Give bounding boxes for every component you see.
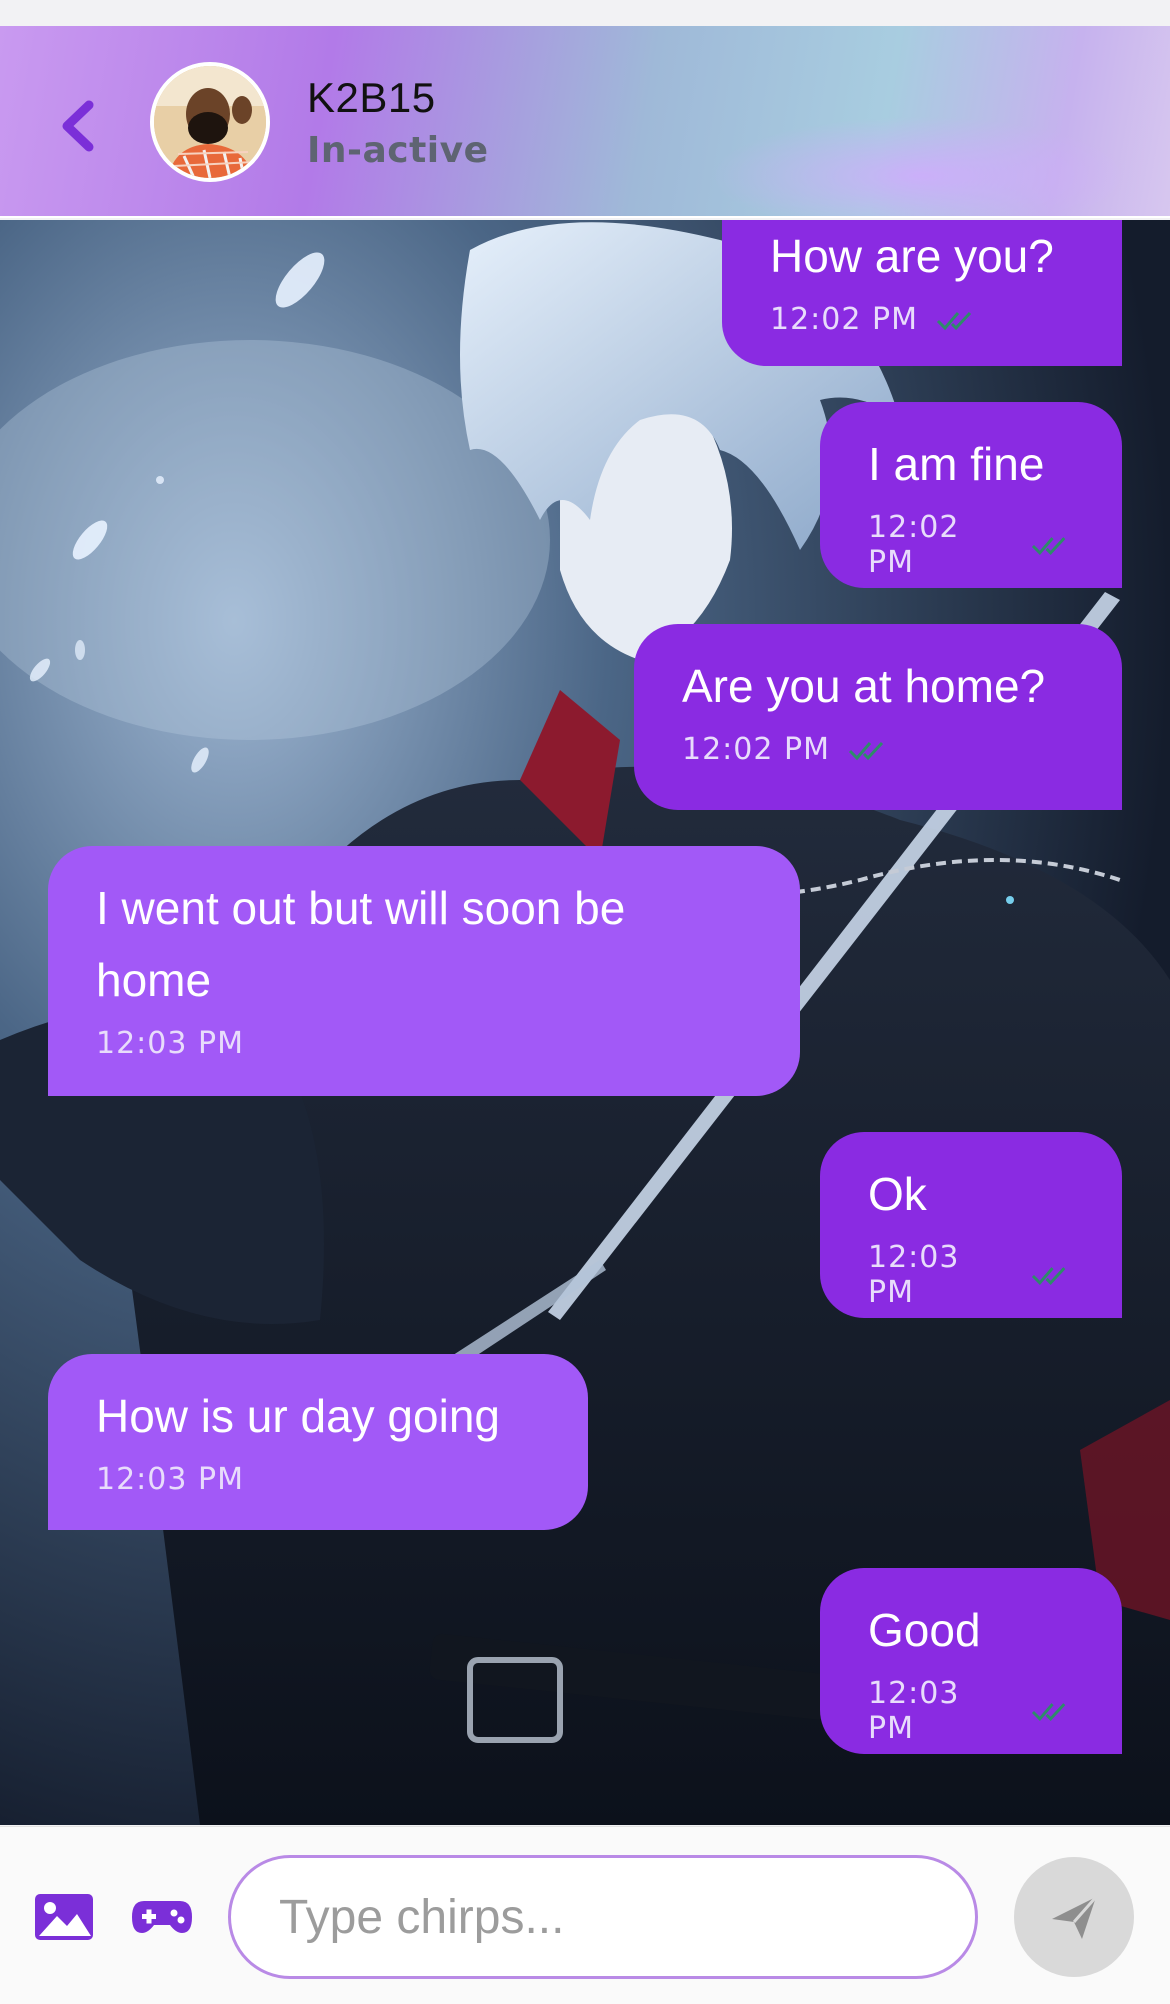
message-meta: 12:03 PM [96,1026,752,1061]
attach-image-button[interactable] [32,1887,96,1947]
message-time: 12:03 PM [96,1462,244,1497]
message-text: I am fine [868,438,1045,490]
gamepad-icon [132,1901,192,1933]
chat-header: K2B15 In-active [0,26,1170,218]
message-meta: 12:02 PM [770,302,1074,337]
double-check-icon [1031,1267,1066,1285]
contact-name: K2B15 [307,74,436,121]
message-text: How are you? [770,230,1054,282]
message-time: 12:03 PM [96,1026,244,1061]
message-bubble-incoming[interactable]: I went out but will soon be home 12:03 P… [48,846,800,1096]
message-text: How is ur day going [96,1390,500,1442]
message-time: 12:02 PM [770,302,918,337]
message-bubble-outgoing[interactable]: Good 12:03 PM [820,1568,1122,1754]
double-check-icon [1031,1703,1066,1721]
message-text: Ok [868,1168,927,1220]
chat-area[interactable]: How are you? 12:02 PM I am fine 12:02 PM… [0,220,1170,1825]
avatar[interactable] [150,62,270,182]
contact-status: In-active [307,130,489,171]
image-icon [35,1894,93,1940]
composer-bar [0,1826,1170,2004]
message-text: Are you at home? [682,660,1046,712]
message-bubble-incoming[interactable]: How is ur day going 12:03 PM [48,1354,588,1530]
message-meta: 12:03 PM [96,1462,540,1497]
games-button[interactable] [128,1889,196,1945]
avatar-photo [154,66,266,178]
message-text: I went out but will soon be home [96,882,626,1006]
message-time: 12:02 PM [682,732,830,767]
back-button[interactable] [52,96,102,156]
message-meta: 12:03 PM [868,1676,1074,1746]
message-meta: 12:02 PM [682,732,1074,767]
message-text: Good [868,1604,981,1656]
message-bubble-outgoing[interactable]: Are you at home? 12:02 PM [634,624,1122,810]
message-bubble-outgoing[interactable]: I am fine 12:02 PM [820,402,1122,588]
double-check-icon [936,311,972,330]
header-glow [710,116,1130,216]
message-time: 12:02 PM [868,510,960,580]
message-time: 12:03 PM [868,1676,960,1746]
message-bubble-outgoing[interactable]: How are you? 12:02 PM [722,220,1122,366]
send-button[interactable] [1014,1857,1134,1977]
message-input[interactable] [228,1855,978,1979]
message-time: 12:03 PM [868,1240,960,1310]
double-check-icon [1031,537,1066,555]
chevron-left-icon [62,100,94,152]
message-meta: 12:02 PM [868,510,1074,580]
send-icon [1052,1896,1098,1939]
message-meta: 12:03 PM [868,1240,1074,1310]
message-bubble-outgoing[interactable]: Ok 12:03 PM [820,1132,1122,1318]
double-check-icon [848,741,884,760]
chat-screen: K2B15 In-active How are you? 12:02 PM I … [0,0,1170,2004]
